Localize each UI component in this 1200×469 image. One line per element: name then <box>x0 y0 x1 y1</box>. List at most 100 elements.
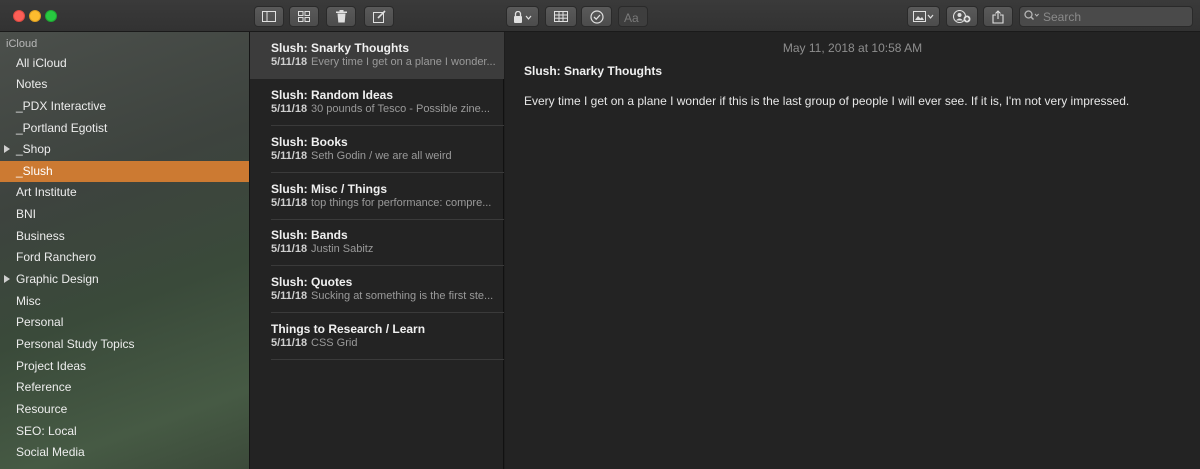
font-icon: Aa <box>624 11 642 23</box>
checklist-icon <box>589 9 604 24</box>
sidebar-item-project-ideas[interactable]: Project Ideas <box>0 356 249 377</box>
sidebar-item-social-media[interactable]: Social Media <box>0 442 249 463</box>
sidebar-item-business[interactable]: Business <box>0 226 249 247</box>
sidebar-item-all-icloud[interactable]: All iCloud <box>0 53 249 74</box>
note-snippet: Justin Sabitz <box>311 243 374 255</box>
note-date: 5/11/18 <box>271 56 308 68</box>
share-button[interactable] <box>983 6 1013 27</box>
sidebar-item-portland-egotist[interactable]: _Portland Egotist <box>0 118 249 139</box>
add-photo-button[interactable] <box>907 6 940 27</box>
note-title: Slush: Quotes <box>271 275 353 289</box>
sidebar-item-label: _Portland Egotist <box>16 121 108 135</box>
search-icon <box>1024 8 1040 26</box>
sidebar-item-personal-study-topics[interactable]: Personal Study Topics <box>0 334 249 355</box>
sidebar-item-pdx-interactive[interactable]: _PDX Interactive <box>0 96 249 117</box>
sidebar-item-label: BNI <box>16 207 37 221</box>
lock-note-button[interactable] <box>506 6 539 27</box>
trash-icon <box>335 10 347 23</box>
note-snippet: 30 pounds of Tesco - Possible zine... <box>311 103 490 115</box>
zoom-window-button[interactable] <box>45 10 57 22</box>
note-title: Things to Research / Learn <box>271 322 426 336</box>
sidebar-item-personal[interactable]: Personal <box>0 312 249 333</box>
sidebar-item-label: Business <box>16 229 65 243</box>
toggle-sidebar-button[interactable] <box>254 6 284 27</box>
sidebar-item-label: Project Ideas <box>16 359 87 373</box>
note-date: 5/11/18 <box>271 103 308 115</box>
sidebar-item-label: Personal Study Topics <box>16 337 135 351</box>
note-list-item[interactable]: Slush: Bands 5/11/18 Justin Sabitz <box>250 219 504 266</box>
note-list: Slush: Snarky Thoughts 5/11/18 Every tim… <box>250 32 504 469</box>
note-list-item[interactable]: Slush: Snarky Thoughts 5/11/18 Every tim… <box>250 32 504 79</box>
svg-text:Aa: Aa <box>624 11 639 23</box>
note-heading[interactable]: Slush: Snarky Thoughts <box>524 64 662 78</box>
sidebar-item-ford-ranchero[interactable]: Ford Ranchero <box>0 247 249 268</box>
folders-sidebar: iCloud All iCloud Notes _PDX Interactive… <box>0 32 250 469</box>
sidebar-item-bni[interactable]: BNI <box>0 204 249 225</box>
sidebar-item-label: Graphic Design <box>16 272 99 286</box>
sidebar-item-shop[interactable]: _Shop <box>0 139 249 160</box>
lock-icon <box>513 10 533 23</box>
note-list-item[interactable]: Slush: Random Ideas 5/11/18 30 pounds of… <box>250 79 504 126</box>
table-icon <box>554 11 568 22</box>
sidebar-item-misc[interactable]: Misc <box>0 291 249 312</box>
sidebar-item-label: _Slush <box>16 164 53 178</box>
search-field[interactable] <box>1019 6 1193 27</box>
sidebar-item-label: All iCloud <box>16 56 67 70</box>
sidebar-item-label: Social Media <box>16 445 85 459</box>
sidebar-item-slush[interactable]: _Slush <box>0 161 249 182</box>
note-body-text[interactable]: Every time I get on a plane I wonder if … <box>524 94 1184 108</box>
sidebar-item-label: Resource <box>16 402 68 416</box>
share-icon <box>992 9 1004 24</box>
new-note-button[interactable] <box>364 6 394 27</box>
sidebar-item-label: Reference <box>16 380 72 394</box>
sidebar-item-label: Notes <box>16 77 48 91</box>
note-title: Slush: Bands <box>271 228 348 242</box>
sidebar-item-seo-local[interactable]: SEO: Local <box>0 421 249 442</box>
note-snippet: top things for performance: compre... <box>311 197 492 209</box>
note-date: 5/11/18 <box>271 337 308 349</box>
search-input[interactable] <box>1043 9 1183 24</box>
note-date: 5/11/18 <box>271 290 308 302</box>
format-button[interactable]: Aa <box>618 6 648 27</box>
sidebar-item-label: Ford Ranchero <box>16 250 97 264</box>
divider <box>271 359 504 360</box>
disclosure-triangle-icon[interactable] <box>4 145 10 153</box>
sidebar-item-label: _Shop <box>16 142 51 156</box>
sidebar-item-graphic-design[interactable]: Graphic Design <box>0 269 249 290</box>
checklist-button[interactable] <box>581 6 612 27</box>
grid-icon <box>298 11 310 22</box>
add-people-button[interactable] <box>946 6 978 27</box>
sidebar-item-resource[interactable]: Resource <box>0 399 249 420</box>
minimize-window-button[interactable] <box>29 10 41 22</box>
note-snippet: CSS Grid <box>311 337 358 349</box>
sidebar-item-label: _PDX Interactive <box>16 99 107 113</box>
close-window-button[interactable] <box>13 10 25 22</box>
note-list-item[interactable]: Slush: Books 5/11/18 Seth Godin / we are… <box>250 126 504 173</box>
sidebar-item-art-institute[interactable]: Art Institute <box>0 182 249 203</box>
add-people-icon <box>953 10 971 23</box>
sidebar-icon <box>262 11 276 22</box>
gallery-view-button[interactable] <box>289 6 319 27</box>
sidebar-section-icloud: iCloud <box>6 38 38 50</box>
note-list-item[interactable]: Things to Research / Learn 5/11/18 CSS G… <box>250 313 504 360</box>
note-snippet: Sucking at something is the first ste... <box>311 290 494 302</box>
sidebar-item-label: Personal <box>16 315 64 329</box>
sidebar-item-reference[interactable]: Reference <box>0 377 249 398</box>
note-editor[interactable]: May 11, 2018 at 10:58 AM Slush: Snarky T… <box>505 32 1200 469</box>
disclosure-triangle-icon[interactable] <box>4 275 10 283</box>
note-list-item[interactable]: Slush: Misc / Things 5/11/18 top things … <box>250 173 504 220</box>
note-date: 5/11/18 <box>271 243 308 255</box>
note-snippet: Every time I get on a plane I wonder... <box>311 56 496 68</box>
sidebar-item-notes[interactable]: Notes <box>0 74 249 95</box>
sidebar-item-label: SEO: Local <box>16 424 77 438</box>
note-timestamp: May 11, 2018 at 10:58 AM <box>782 41 923 55</box>
delete-note-button[interactable] <box>326 6 356 27</box>
add-table-button[interactable] <box>545 6 577 27</box>
note-list-item[interactable]: Slush: Quotes 5/11/18 Sucking at somethi… <box>250 266 504 313</box>
sidebar-item-label: Art Institute <box>16 185 77 199</box>
note-title: Slush: Snarky Thoughts <box>271 41 410 55</box>
note-date: 5/11/18 <box>271 150 308 162</box>
note-title: Slush: Random Ideas <box>271 88 394 102</box>
compose-icon <box>372 10 386 23</box>
photos-icon <box>912 10 935 23</box>
